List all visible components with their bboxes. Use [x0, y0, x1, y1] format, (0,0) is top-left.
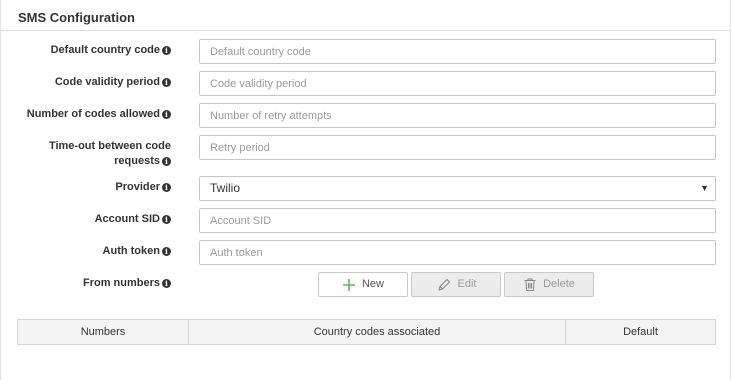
edit-button-label: Edit [457, 278, 477, 290]
plus-icon [342, 278, 355, 291]
panel-header: SMS Configuration [1, 0, 730, 31]
number-of-codes-input[interactable] [199, 103, 716, 128]
auth-token-label: Auth token i [1, 244, 171, 259]
code-validity-period-label: Code validity period i [1, 75, 171, 90]
from-numbers-label: From numbers i [1, 276, 171, 291]
info-icon[interactable]: i [162, 78, 171, 87]
info-icon[interactable]: i [162, 247, 171, 256]
provider-select[interactable]: Twilio ▼ [199, 176, 716, 201]
info-icon[interactable]: i [162, 46, 171, 55]
sms-configuration-panel: SMS Configuration Default country code i … [0, 0, 731, 380]
column-header-default[interactable]: Default [566, 320, 715, 344]
auth-token-input[interactable] [199, 240, 716, 265]
column-header-country-codes[interactable]: Country codes associated [189, 320, 566, 344]
chevron-down-icon: ▼ [700, 183, 709, 193]
info-icon[interactable]: i [162, 110, 171, 119]
column-header-numbers[interactable]: Numbers [18, 320, 189, 344]
code-validity-period-input[interactable] [199, 71, 716, 96]
panel-title: SMS Configuration [18, 10, 135, 25]
provider-label: Provider i [1, 180, 171, 195]
trash-icon [524, 278, 536, 291]
edit-button[interactable]: Edit [411, 272, 501, 297]
timeout-label: Time-out between code requests i [48, 140, 171, 167]
info-icon[interactable]: i [162, 183, 171, 192]
info-icon[interactable]: i [162, 279, 171, 288]
pencil-icon [437, 278, 450, 291]
default-country-code-label: Default country code i [1, 43, 171, 58]
from-numbers-table: Numbers Country codes associated Default [17, 319, 716, 345]
default-country-code-input[interactable] [199, 39, 716, 64]
timeout-input[interactable] [199, 135, 716, 160]
new-button[interactable]: New [318, 272, 408, 297]
delete-button[interactable]: Delete [504, 272, 594, 297]
new-button-label: New [361, 278, 384, 290]
account-sid-label: Account SID i [1, 212, 171, 227]
number-of-codes-label: Number of codes allowed i [1, 107, 171, 122]
provider-selected-value: Twilio [210, 181, 241, 195]
account-sid-input[interactable] [199, 208, 716, 233]
delete-button-label: Delete [543, 278, 575, 290]
info-icon[interactable]: i [162, 215, 171, 224]
info-icon[interactable]: i [162, 157, 171, 166]
